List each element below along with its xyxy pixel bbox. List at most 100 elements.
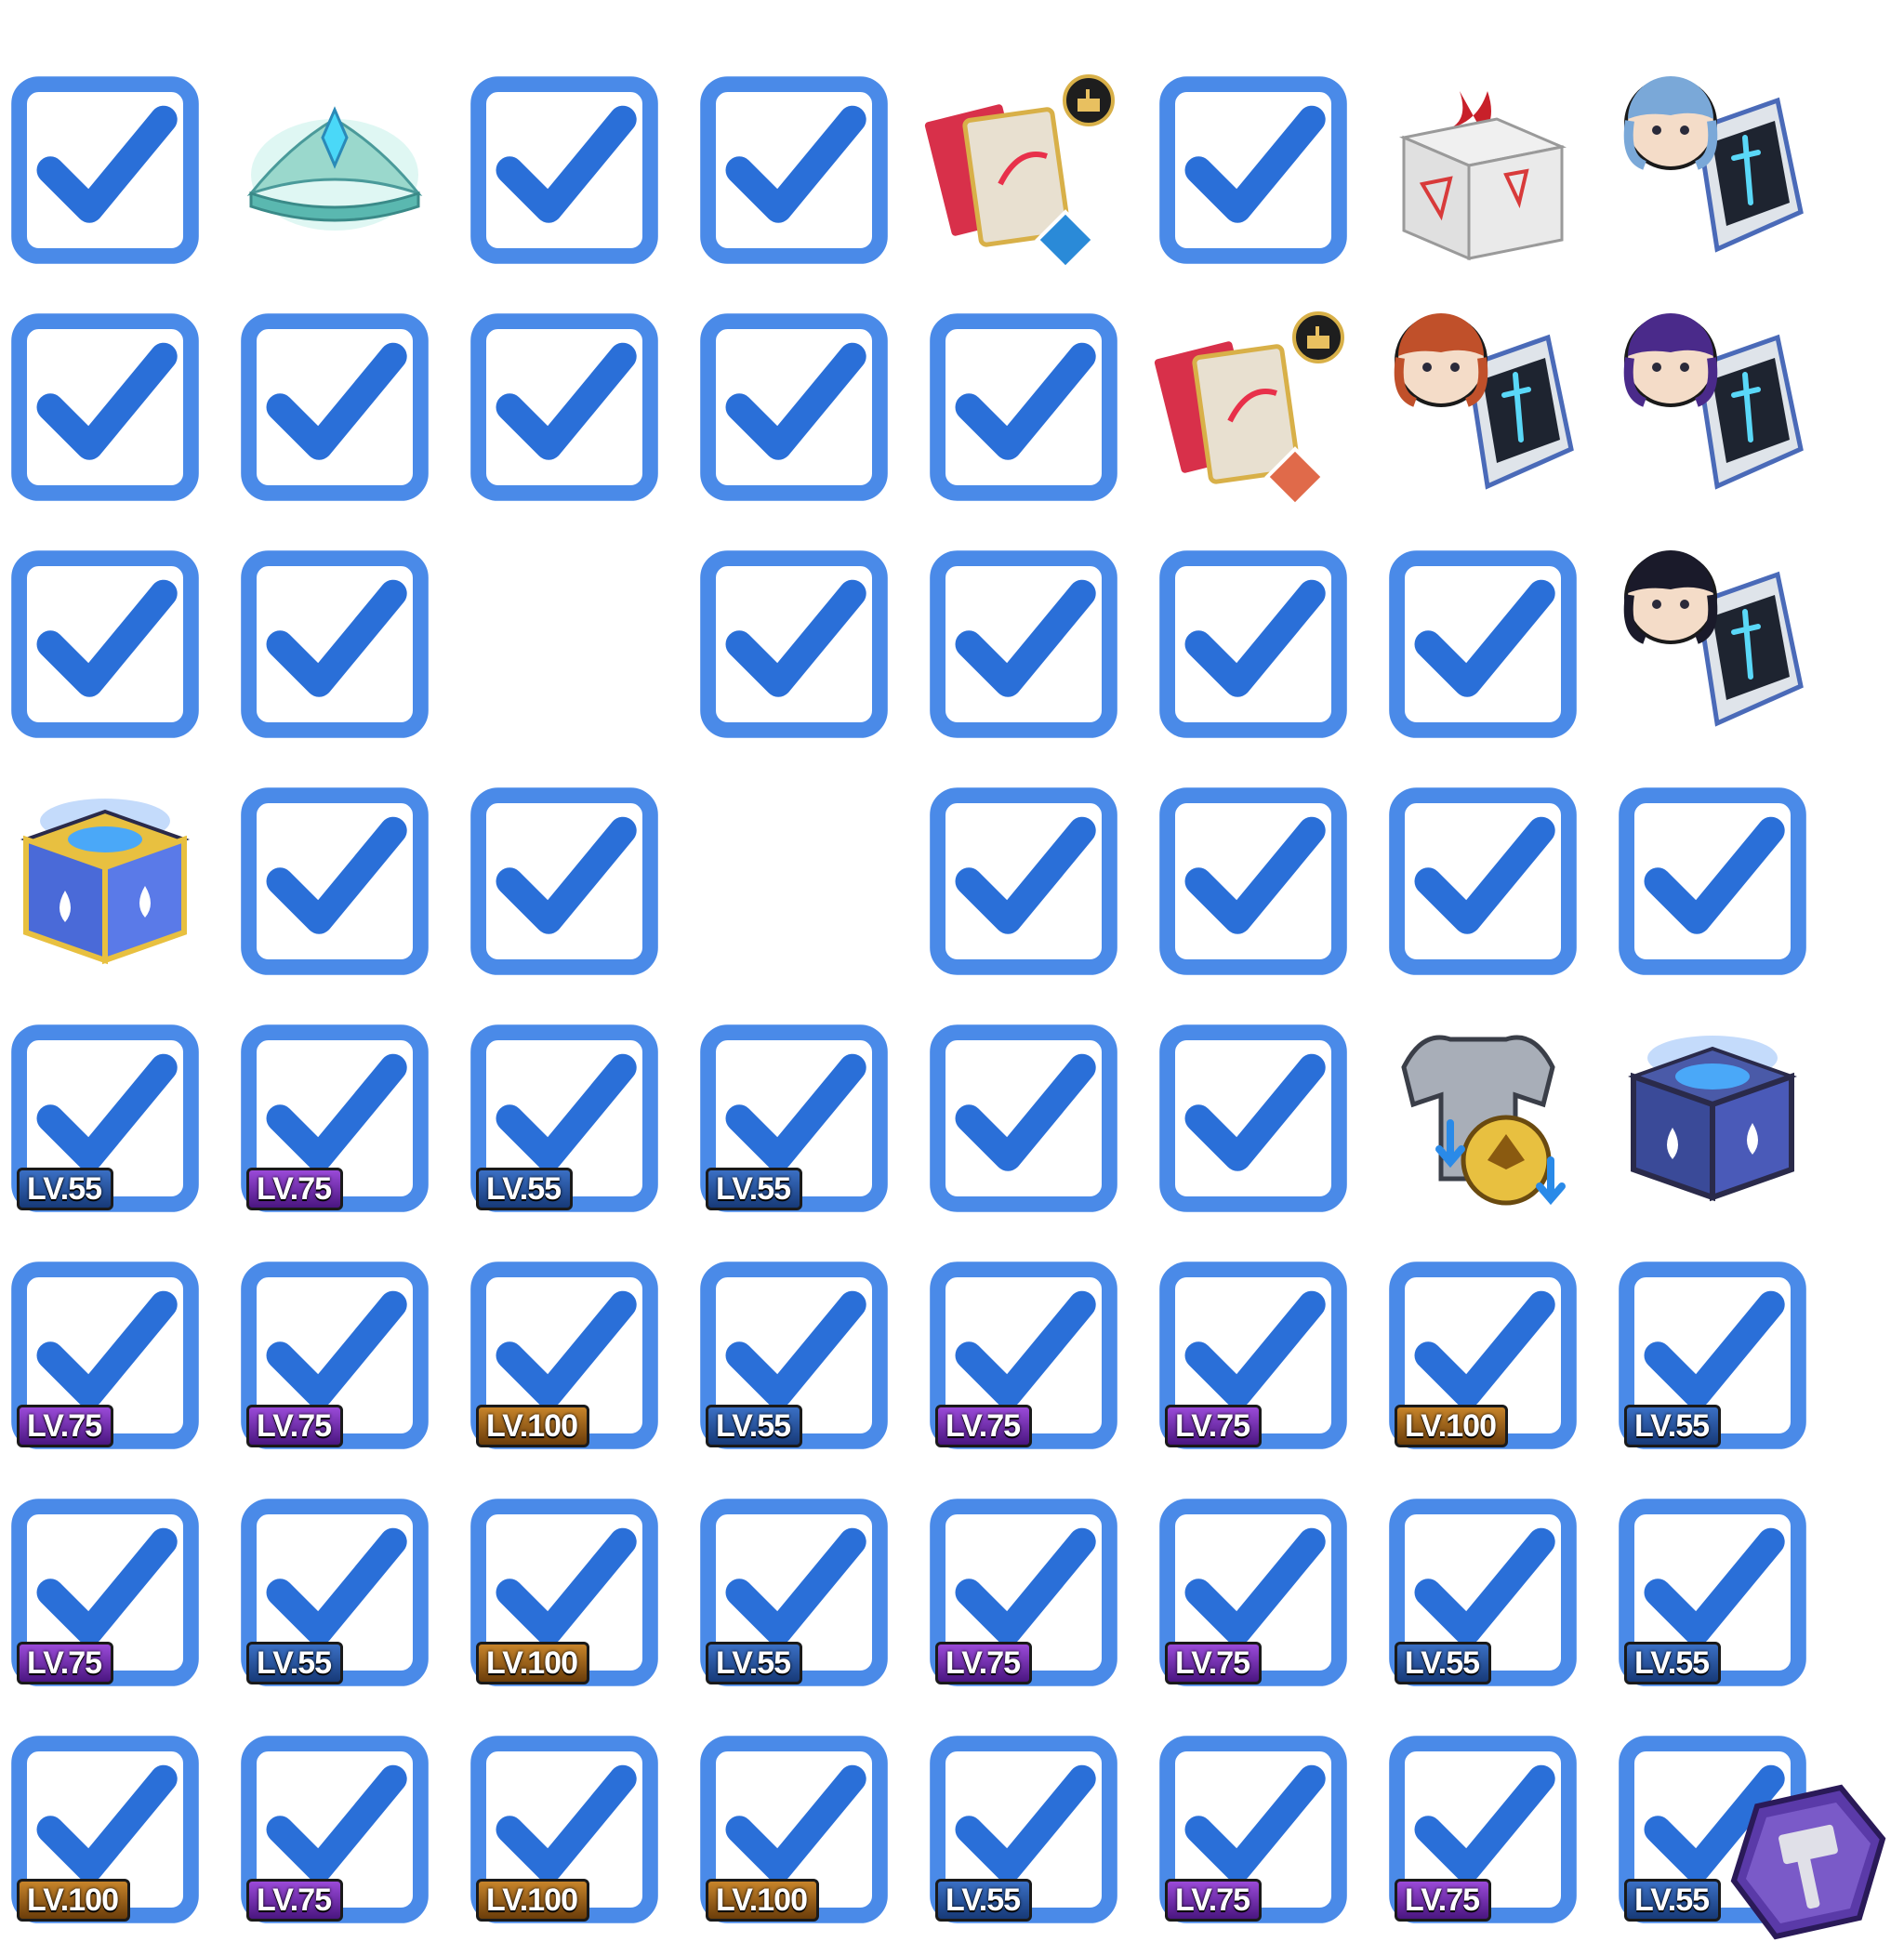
- chest-item-icon[interactable]: LV.100: [7, 1732, 203, 1927]
- crate-item-icon[interactable]: ?: [1156, 784, 1351, 979]
- checkbox-checked-icon[interactable]: [467, 310, 662, 505]
- checkbox-checked-icon[interactable]: [467, 784, 662, 979]
- chest-item-icon[interactable]: LV.75: [1385, 1732, 1580, 1927]
- chest-item-icon[interactable]: LV.75: [7, 1495, 203, 1690]
- checkbox-checked-icon[interactable]: [7, 310, 203, 505]
- crate-item-icon[interactable]: ➶ ?: [926, 310, 1121, 505]
- crate-item-icon[interactable]: ✸ ?: [7, 310, 203, 505]
- checkbox-checked-icon[interactable]: [926, 310, 1121, 505]
- crate-item-icon[interactable]: ≋ ?: [237, 547, 432, 742]
- crate-item-icon[interactable]: ? ?: [467, 310, 662, 505]
- level-badge: LV.100: [476, 1879, 589, 1922]
- chest-item-icon[interactable]: LV.55: [696, 1258, 892, 1453]
- checkbox-checked-icon[interactable]: [237, 310, 432, 505]
- chest-item-icon[interactable]: LV.55: [696, 1021, 892, 1216]
- chest-item-icon[interactable]: LV.100: [1385, 1258, 1580, 1453]
- checkbox-checked-icon[interactable]: [696, 310, 892, 505]
- checkbox-checked-icon[interactable]: [926, 1021, 1121, 1216]
- checkbox-checked-icon[interactable]: [1385, 547, 1580, 742]
- cube-blue-item-icon[interactable]: [1615, 1021, 1810, 1216]
- blue-box-item-icon[interactable]: [1156, 1021, 1351, 1216]
- checkbox-checked-icon[interactable]: [696, 547, 892, 742]
- chest-item-icon[interactable]: LV.75: [237, 1258, 432, 1453]
- crate-item-icon[interactable]: ⫽ ?: [7, 73, 203, 268]
- blue-box-item-icon[interactable]: [926, 1021, 1121, 1216]
- chest-item-icon[interactable]: LV.75: [1156, 1258, 1351, 1453]
- crate-item-icon[interactable]: ?: [467, 784, 662, 979]
- crate-item-icon[interactable]: ✺ ?: [696, 73, 892, 268]
- checkbox-checked-icon[interactable]: [1156, 73, 1351, 268]
- crate-item-icon[interactable]: ✧ ?: [467, 73, 662, 268]
- chest-item-icon[interactable]: LV.55: [1615, 1495, 1810, 1690]
- device-item-icon[interactable]: [1615, 73, 1810, 268]
- checkbox-checked-icon[interactable]: [1156, 784, 1351, 979]
- level-badge: LV.75: [935, 1405, 1033, 1447]
- chest-item-icon[interactable]: LV.75: [237, 1732, 432, 1927]
- rps-item-icon[interactable]: [1385, 547, 1580, 742]
- cube-gold-item-icon[interactable]: [7, 784, 203, 979]
- chest-item-icon[interactable]: LV.55: [467, 1021, 662, 1216]
- device-item-icon[interactable]: [1615, 547, 1810, 742]
- checkbox-checked-icon[interactable]: [926, 547, 1121, 742]
- chest-item-icon[interactable]: LV.75: [926, 1495, 1121, 1690]
- level-badge: LV.100: [476, 1405, 589, 1447]
- crate-item-icon[interactable]: ☾ ?: [696, 310, 892, 505]
- chest-item-icon[interactable]: LV.75: [7, 1258, 203, 1453]
- armor-icon: [1401, 1035, 1566, 1206]
- crate-item-icon[interactable]: ➹ ?: [696, 547, 892, 742]
- chest-item-icon[interactable]: LV.75: [1156, 1732, 1351, 1927]
- level-badge: LV.55: [706, 1642, 803, 1684]
- chest-item-icon[interactable]: LV.100: [696, 1732, 892, 1927]
- cards-item-icon[interactable]: [1150, 310, 1351, 508]
- device-icon: [1394, 313, 1574, 490]
- crate-item-icon[interactable]: ✷ ?: [1615, 784, 1810, 979]
- chest-item-icon[interactable]: LV.75: [1156, 1495, 1351, 1690]
- checkbox-checked-icon[interactable]: [237, 547, 432, 742]
- crate-item-icon[interactable]: ✊ ?: [926, 547, 1121, 742]
- cards-item-icon[interactable]: [920, 73, 1121, 271]
- checkbox-checked-icon[interactable]: [7, 73, 203, 268]
- chest-item-icon[interactable]: LV.75: [237, 1021, 432, 1216]
- level-badge: LV.55: [246, 1642, 344, 1684]
- chest-item-icon[interactable]: LV.55: [237, 1495, 432, 1690]
- warning-box-icon: [1398, 91, 1567, 261]
- hammer-token-item-icon[interactable]: [1701, 1760, 1897, 1955]
- cards-icon: [920, 74, 1115, 271]
- chest-item-icon[interactable]: LV.100: [467, 1732, 662, 1927]
- crate-item-icon[interactable]: ◎ ?: [7, 547, 203, 742]
- crate-item-icon[interactable]: ✕ ?: [237, 310, 432, 505]
- crate-item-icon[interactable]: ☀ ?: [1385, 784, 1580, 979]
- chest-item-icon[interactable]: LV.75: [926, 1258, 1121, 1453]
- checkbox-checked-icon[interactable]: [1156, 547, 1351, 742]
- checkbox-checked-icon[interactable]: [1156, 1021, 1351, 1216]
- warning-box-item-icon[interactable]: [1385, 73, 1580, 268]
- tiara-item-icon[interactable]: [237, 73, 432, 268]
- chest-item-icon[interactable]: LV.55: [926, 1732, 1121, 1927]
- checkbox-checked-icon[interactable]: [1385, 784, 1580, 979]
- checkbox-checked-icon[interactable]: [7, 547, 203, 742]
- cube-gold-icon: [20, 799, 191, 965]
- crate-item-icon[interactable]: ☄ ?: [926, 784, 1121, 979]
- checkbox-checked-icon[interactable]: [926, 784, 1121, 979]
- chest-item-icon[interactable]: LV.55: [1385, 1495, 1580, 1690]
- level-badge: LV.75: [17, 1405, 114, 1447]
- device-item-icon[interactable]: [1385, 310, 1580, 505]
- level-badge: LV.75: [1165, 1405, 1263, 1447]
- device-item-icon[interactable]: [1615, 310, 1810, 505]
- chest-item-icon[interactable]: LV.55: [1615, 1258, 1810, 1453]
- checkbox-checked-icon[interactable]: [237, 784, 432, 979]
- chest-item-icon[interactable]: LV.55: [7, 1021, 203, 1216]
- level-badge: LV.55: [476, 1168, 574, 1210]
- device-icon: [1623, 313, 1804, 490]
- crate-item-icon[interactable]: ✦ ?: [1156, 547, 1351, 742]
- checkbox-checked-icon[interactable]: [1615, 784, 1810, 979]
- pack-item-icon[interactable]: [1156, 73, 1351, 268]
- checkbox-checked-icon[interactable]: [696, 73, 892, 268]
- chest-item-icon[interactable]: LV.100: [467, 1495, 662, 1690]
- chest-item-icon[interactable]: LV.100: [467, 1258, 662, 1453]
- level-badge: LV.75: [246, 1405, 344, 1447]
- chest-item-icon[interactable]: LV.55: [696, 1495, 892, 1690]
- armor-item-icon[interactable]: [1385, 1021, 1580, 1216]
- checkbox-checked-icon[interactable]: [467, 73, 662, 268]
- crate-item-icon[interactable]: ⛨ ?: [237, 784, 432, 979]
